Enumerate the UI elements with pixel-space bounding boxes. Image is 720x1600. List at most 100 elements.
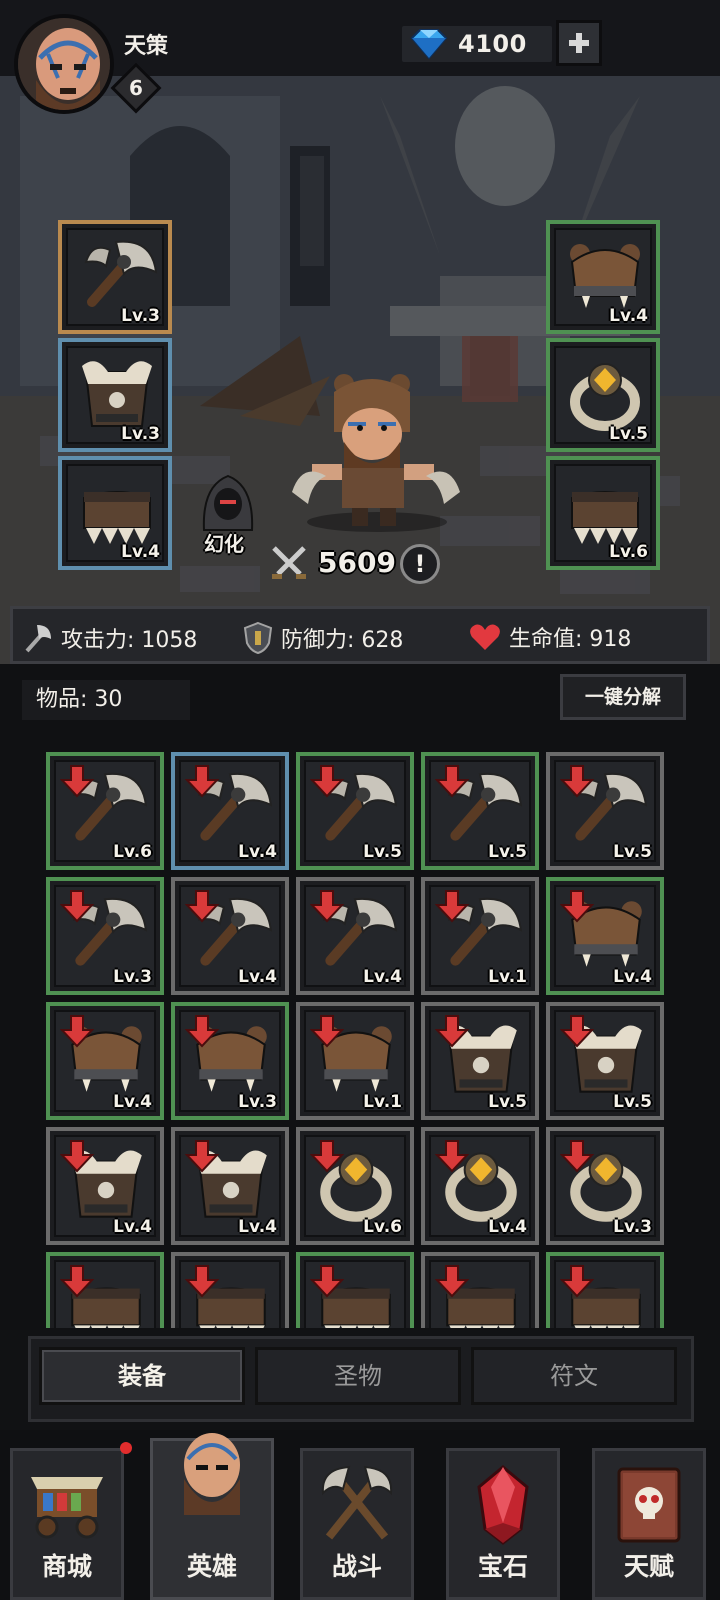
inventory-slot[interactable]: Lv.3 (546, 1127, 664, 1245)
tab-equipment[interactable]: 装备 (39, 1347, 245, 1405)
inventory-slot[interactable] (546, 1252, 664, 1328)
player-avatar[interactable] (14, 14, 114, 114)
downgrade-arrow-icon (185, 890, 219, 923)
downgrade-arrow-icon (310, 1015, 344, 1048)
hp-value: 生命值: 918 (509, 627, 632, 652)
inventory-slot[interactable]: Lv.6 (296, 1127, 414, 1245)
inventory-slot[interactable]: Lv.5 (296, 752, 414, 870)
equipped-boots-slot[interactable]: Lv.4 (58, 456, 172, 570)
gem-count: 4100 (458, 30, 527, 58)
inventory-slot[interactable] (421, 1252, 539, 1328)
nav-label: 商城 (41, 1552, 92, 1581)
downgrade-arrow-icon (310, 1140, 344, 1173)
downgrade-arrow-icon (185, 1140, 219, 1173)
inventory-slot[interactable]: Lv.5 (421, 1002, 539, 1120)
inventory-slot[interactable]: Lv.4 (171, 1127, 289, 1245)
inventory-slot[interactable]: Lv.3 (46, 877, 164, 995)
downgrade-arrow-icon (435, 1265, 469, 1298)
info-symbol: ! (414, 550, 426, 578)
add-gems-button[interactable] (556, 20, 602, 66)
inventory-slot[interactable]: Lv.4 (46, 1002, 164, 1120)
inventory-slot[interactable]: Lv.4 (171, 752, 289, 870)
defense-value: 防御力: 628 (281, 628, 404, 653)
nav-gems[interactable]: 宝石 (446, 1448, 560, 1600)
inventory-slot[interactable]: Lv.1 (296, 1002, 414, 1120)
nav-label: 天赋 (623, 1552, 674, 1581)
inventory-slot[interactable]: Lv.4 (421, 1127, 539, 1245)
nav-talents[interactable]: 天赋 (592, 1448, 706, 1600)
hero-scene: Lv.3 Lv.3 Lv.4 Lv.4 Lv.5 Lv.6 幻化 5609 ! (0, 76, 720, 666)
disassemble-all-button[interactable]: 一键分解 (560, 674, 686, 720)
item-level: Lv.6 (609, 542, 648, 562)
item-level: Lv.3 (121, 424, 160, 444)
inventory-slot[interactable]: Lv.5 (421, 752, 539, 870)
attack-value: 攻击力: 1058 (61, 628, 198, 653)
nav-label: 英雄 (186, 1552, 237, 1581)
nav-hero[interactable]: 英雄 (150, 1433, 274, 1600)
downgrade-arrow-icon (310, 1265, 344, 1298)
tab-relics[interactable]: 圣物 (255, 1347, 461, 1405)
skull-book-icon (617, 1467, 681, 1543)
inventory-slot[interactable]: Lv.4 (46, 1127, 164, 1245)
equipped-weapon-slot[interactable]: Lv.3 (58, 220, 172, 334)
item-level: Lv.1 (363, 1092, 402, 1112)
downgrade-arrow-icon (435, 765, 469, 798)
heart-icon (470, 624, 500, 650)
item-level: Lv.3 (121, 306, 160, 326)
inventory-slot[interactable]: Lv.4 (171, 877, 289, 995)
hero-stats-bar: 攻击力: 1058 防御力: 628 生命值: 918 (10, 606, 710, 664)
power-info-button[interactable]: ! (400, 544, 440, 584)
inventory-slot[interactable]: Lv.5 (546, 752, 664, 870)
defense-stat: 防御力: 628 (243, 621, 403, 655)
downgrade-arrow-icon (185, 1015, 219, 1048)
inventory-slot[interactable]: Lv.4 (296, 877, 414, 995)
nav-battle[interactable]: 战斗 (300, 1448, 414, 1600)
nav-market[interactable]: 商城 (10, 1448, 124, 1600)
item-level: Lv.3 (113, 967, 152, 987)
item-level: Lv.4 (121, 542, 160, 562)
equipped-helmet-slot[interactable]: Lv.4 (546, 220, 660, 334)
shield-icon (243, 621, 273, 655)
downgrade-arrow-icon (185, 765, 219, 798)
inventory-slot[interactable]: Lv.6 (46, 752, 164, 870)
downgrade-arrow-icon (560, 1140, 594, 1173)
item-level: Lv.3 (613, 1217, 652, 1237)
equipped-armor-slot[interactable]: Lv.3 (58, 338, 172, 452)
item-level: Lv.4 (113, 1217, 152, 1237)
tab-runes[interactable]: 符文 (471, 1347, 677, 1405)
bear-warrior-hero[interactable] (282, 372, 472, 532)
item-level: Lv.5 (613, 1092, 652, 1112)
inventory-slot[interactable] (171, 1252, 289, 1328)
equipped-accessory-slot[interactable]: Lv.6 (546, 456, 660, 570)
inventory-slot[interactable]: Lv.3 (171, 1002, 289, 1120)
hooded-figure-icon[interactable] (196, 472, 260, 532)
inventory-slot[interactable]: Lv.4 (546, 877, 664, 995)
inventory-slot[interactable] (296, 1252, 414, 1328)
category-tabs: 装备 圣物 符文 (28, 1336, 694, 1422)
item-level: Lv.5 (613, 842, 652, 862)
gem-currency: 4100 (402, 26, 552, 62)
downgrade-arrow-icon (560, 1015, 594, 1048)
item-level: Lv.4 (238, 967, 277, 987)
item-level: Lv.5 (609, 424, 648, 444)
downgrade-arrow-icon (60, 1265, 94, 1298)
transform-label[interactable]: 幻化 (204, 528, 244, 557)
downgrade-arrow-icon (60, 890, 94, 923)
hero-portrait-icon (184, 1433, 240, 1515)
item-level: Lv.5 (363, 842, 402, 862)
downgrade-arrow-icon (310, 765, 344, 798)
inventory-slot[interactable]: Lv.1 (421, 877, 539, 995)
axe-icon (25, 625, 51, 653)
diamond-gem-icon (410, 29, 448, 60)
plus-icon (569, 33, 589, 53)
item-level: Lv.5 (488, 842, 527, 862)
equipped-ring-slot[interactable]: Lv.5 (546, 338, 660, 452)
item-level: Lv.4 (613, 967, 652, 987)
downgrade-arrow-icon (435, 1140, 469, 1173)
inventory-slot[interactable] (46, 1252, 164, 1328)
nav-label: 宝石 (477, 1552, 528, 1581)
downgrade-arrow-icon (560, 765, 594, 798)
downgrade-arrow-icon (60, 1140, 94, 1173)
inventory-slot[interactable]: Lv.5 (546, 1002, 664, 1120)
nav-label: 战斗 (331, 1552, 382, 1581)
